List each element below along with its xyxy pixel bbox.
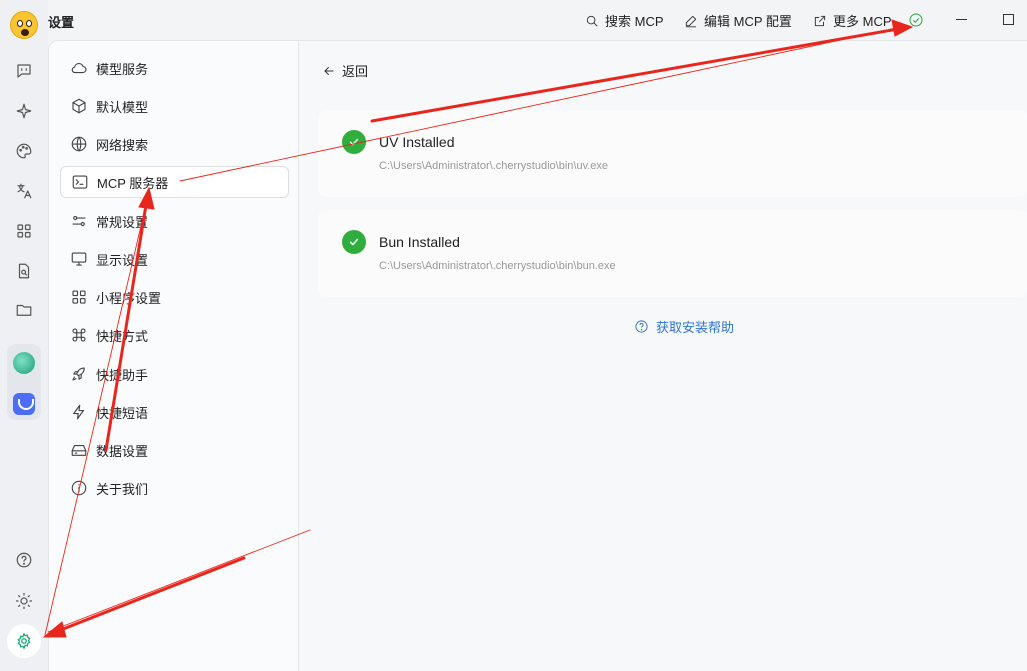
- menu-label: 默认模型: [96, 99, 149, 115]
- menu-label: 快捷短语: [96, 405, 149, 421]
- bolt-icon: [73, 404, 85, 420]
- menu-item-quick-phrases[interactable]: 快捷短语: [60, 396, 289, 428]
- menu-item-general[interactable]: 常规设置: [60, 205, 289, 237]
- sparkle-icon[interactable]: [12, 99, 36, 123]
- translate-icon[interactable]: [12, 179, 36, 203]
- app-sidebar: [0, 0, 48, 671]
- more-mcp-button[interactable]: 更多 MCP: [813, 11, 892, 30]
- menu-label: 快捷助手: [96, 367, 149, 383]
- sliders-icon: [72, 215, 86, 227]
- install-path: C:\Users\Administrator\.cherrystudio\bin…: [379, 160, 609, 172]
- install-title: Bun Installed: [379, 234, 460, 250]
- install-title: UV Installed: [379, 134, 455, 150]
- settings-icon[interactable]: [7, 624, 41, 658]
- menu-item-web-search[interactable]: 网络搜索: [60, 128, 289, 160]
- monitor-icon: [71, 252, 87, 266]
- help-label: 获取安装帮助: [656, 320, 735, 335]
- edit-mcp-config-button[interactable]: 编辑 MCP 配置: [684, 11, 792, 30]
- search-mcp-label: 搜索 MCP: [605, 14, 664, 29]
- settings-menu: 模型服务 默认模型 网络搜索 MCP 服务器 常规设置 显示设置 小程序设置 快…: [48, 40, 299, 671]
- maximize-button[interactable]: [1003, 14, 1014, 25]
- command-icon: [72, 328, 86, 342]
- chat-icon[interactable]: [12, 59, 36, 83]
- search-mcp-button[interactable]: 搜索 MCP: [585, 11, 664, 30]
- search-icon: [586, 15, 598, 26]
- menu-item-quick-assistant[interactable]: 快捷助手: [60, 358, 289, 390]
- info-icon: [71, 480, 87, 496]
- apps-grid-icon[interactable]: [12, 219, 36, 243]
- menu-label: 常规设置: [96, 214, 149, 230]
- external-link-icon: [814, 15, 826, 26]
- mini-app-globe-icon[interactable]: [13, 352, 35, 374]
- arrow-left-icon: [324, 66, 334, 75]
- menu-label: 数据设置: [96, 443, 149, 459]
- check-circle-icon: [342, 130, 366, 154]
- grid-icon: [72, 290, 86, 304]
- mcp-install-panel: 返回 UV Installed C:\Users\Administrator\.…: [299, 40, 1027, 671]
- storage-icon: [71, 444, 87, 456]
- back-label: 返回: [342, 64, 369, 79]
- back-button[interactable]: 返回: [322, 61, 368, 80]
- menu-item-shortcuts[interactable]: 快捷方式: [60, 319, 289, 351]
- menu-item-data[interactable]: 数据设置: [60, 434, 289, 466]
- check-circle-icon: [342, 230, 366, 254]
- globe-icon: [71, 136, 87, 152]
- install-help-link[interactable]: 获取安装帮助: [634, 317, 734, 336]
- menu-label: 快捷方式: [96, 328, 149, 344]
- more-mcp-label: 更多 MCP: [833, 14, 892, 29]
- menu-item-mcp-servers[interactable]: MCP 服务器: [60, 166, 289, 198]
- folder-icon[interactable]: [12, 298, 36, 322]
- menu-label: 网络搜索: [96, 137, 149, 153]
- menu-label: 模型服务: [96, 61, 149, 77]
- menu-item-model-service[interactable]: 模型服务: [60, 52, 289, 84]
- title-bar: 设置 搜索 MCP 编辑 MCP 配置 更多 MCP: [48, 0, 1027, 40]
- rocket-icon: [72, 367, 85, 381]
- menu-item-default-model[interactable]: 默认模型: [60, 90, 289, 122]
- cloud-icon: [71, 63, 87, 74]
- palette-icon[interactable]: [12, 139, 36, 163]
- check-circle-icon[interactable]: [908, 12, 924, 28]
- uv-install-card: UV Installed C:\Users\Administrator\.che…: [318, 110, 1027, 197]
- avatar[interactable]: [10, 11, 38, 39]
- question-circle-icon: [635, 320, 648, 333]
- install-path: C:\Users\Administrator\.cherrystudio\bin…: [379, 260, 616, 272]
- help-icon[interactable]: [12, 548, 36, 572]
- pencil-icon: [685, 15, 697, 27]
- doc-search-icon[interactable]: [12, 259, 36, 283]
- terminal-icon: [72, 175, 88, 189]
- menu-item-display[interactable]: 显示设置: [60, 243, 289, 275]
- minimize-button[interactable]: [956, 19, 967, 20]
- cube-icon: [72, 98, 86, 114]
- avatar-mouth: [21, 29, 29, 36]
- menu-label: MCP 服务器: [97, 175, 169, 191]
- menu-item-mini-apps[interactable]: 小程序设置: [60, 281, 289, 313]
- window-title: 设置: [48, 15, 75, 30]
- avatar-eye: [26, 20, 32, 27]
- edit-mcp-label: 编辑 MCP 配置: [704, 14, 792, 29]
- menu-label: 显示设置: [96, 252, 149, 268]
- menu-item-about[interactable]: 关于我们: [60, 472, 289, 504]
- menu-label: 小程序设置: [96, 290, 162, 306]
- brightness-icon[interactable]: [12, 589, 36, 613]
- menu-label: 关于我们: [96, 481, 149, 497]
- bun-install-card: Bun Installed C:\Users\Administrator\.ch…: [318, 210, 1027, 297]
- avatar-eye: [17, 20, 23, 27]
- mini-app-whale-icon[interactable]: [13, 393, 35, 415]
